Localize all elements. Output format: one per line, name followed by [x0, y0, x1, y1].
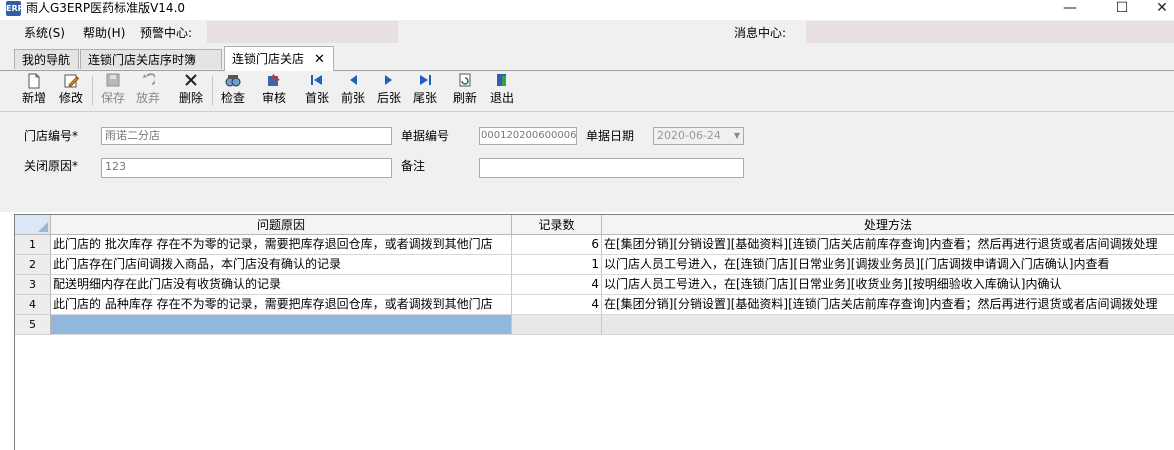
method-cell[interactable]: 在[集团分销][分销设置][基础资料][连锁门店关店前库存查询]内查看；然后再进…: [602, 235, 1174, 255]
row-number[interactable]: 1: [15, 235, 51, 255]
first-record-icon: [302, 73, 332, 90]
close-window-button[interactable]: ✕: [1150, 0, 1174, 18]
first-label: 首张: [304, 91, 329, 105]
method-cell[interactable]: 以门店人员工号进入，在[连锁门店][日常业务][收货业务][按明细验收入库确认]…: [602, 275, 1174, 295]
prev-label: 前张: [340, 91, 365, 105]
undo-icon: [133, 73, 163, 90]
exit-button[interactable]: 退出: [487, 73, 517, 109]
reason-cell[interactable]: 配送明细内存在此门店没有收货确认的记录: [51, 275, 512, 295]
prev-record-icon: [338, 73, 368, 90]
remark-label: 备注: [401, 159, 426, 173]
reason-cell[interactable]: 此门店存在门店间调拨入商品，本门店没有确认的记录: [51, 255, 512, 275]
header-method[interactable]: 处理方法: [602, 215, 1174, 235]
close-reason-label: 关闭原因*: [24, 159, 79, 173]
last-label: 尾张: [412, 91, 437, 105]
next-button[interactable]: 后张: [374, 73, 404, 109]
edit-button[interactable]: 修改: [56, 73, 86, 109]
delete-button[interactable]: 删除: [176, 73, 206, 109]
bill-date-picker[interactable]: 2020-06-24 ▼: [653, 127, 744, 145]
new-document-icon: [19, 73, 49, 90]
remark-field[interactable]: [479, 158, 744, 178]
tab-label: 连锁门店关店: [232, 52, 305, 66]
row-number[interactable]: 3: [15, 275, 51, 295]
delete-x-icon: [176, 73, 206, 90]
count-cell[interactable]: 4: [512, 275, 602, 295]
last-button[interactable]: 尾张: [410, 73, 440, 109]
method-cell[interactable]: 以门店人员工号进入，在[连锁门店][日常业务][调拨业务员][门店调拨申请调入门…: [602, 255, 1174, 275]
new-button[interactable]: 新增: [19, 73, 49, 109]
next-record-icon: [374, 73, 404, 90]
first-button[interactable]: 首张: [302, 73, 332, 109]
problem-grid: 问题原因 记录数 处理方法 1 此门店的 批次库存 存在不为零的记录，需要把库存…: [14, 214, 1174, 450]
toolbar-separator: [92, 76, 93, 106]
row-number[interactable]: 2: [15, 255, 51, 275]
toolbar-separator: [212, 76, 213, 106]
store-code-field[interactable]: 雨诺二分店: [101, 127, 392, 145]
warning-center-label[interactable]: 预警中心:: [140, 25, 192, 41]
close-reason-field[interactable]: 123: [101, 158, 392, 178]
header-reason[interactable]: 问题原因: [51, 215, 512, 235]
menu-help[interactable]: 帮助(H): [83, 25, 125, 41]
count-cell[interactable]: 1: [512, 255, 602, 275]
prev-button[interactable]: 前张: [338, 73, 368, 109]
bill-date-value: 2020-06-24: [657, 129, 721, 142]
bill-no-field[interactable]: 000120200600006: [479, 127, 577, 145]
save-button[interactable]: 保存: [98, 73, 128, 109]
header-count[interactable]: 记录数: [512, 215, 602, 235]
reason-cell-selected[interactable]: [51, 315, 512, 335]
refresh-button[interactable]: 刷新: [450, 73, 480, 109]
discard-button[interactable]: 放弃: [133, 73, 163, 109]
tab-label: 我的导航: [22, 53, 71, 67]
tab-label: 连锁门店关店序时簿: [88, 53, 197, 67]
store-code-label: 门店编号*: [24, 129, 79, 143]
exit-label: 退出: [489, 91, 514, 105]
minimize-button[interactable]: —: [1050, 0, 1090, 18]
save-disk-icon: [98, 73, 128, 90]
message-center-box[interactable]: [806, 21, 1174, 43]
tab-my-navigation[interactable]: 我的导航: [14, 49, 79, 69]
maximize-button[interactable]: ☐: [1102, 0, 1142, 18]
method-cell[interactable]: 在[集团分销][分销设置][基础资料][连锁门店关店前库存查询]内查看；然后再进…: [602, 295, 1174, 315]
tab-store-close[interactable]: 连锁门店关店 ✕: [224, 46, 334, 71]
audit-stamp-icon: [259, 73, 289, 90]
bill-date-label: 单据日期: [586, 129, 635, 143]
chevron-down-icon[interactable]: ▼: [734, 128, 740, 144]
edit-label: 修改: [58, 91, 83, 105]
reason-cell[interactable]: 此门店的 批次库存 存在不为零的记录，需要把库存退回仓库，或者调拨到其他门店: [51, 235, 512, 255]
count-cell[interactable]: [512, 315, 602, 335]
check-binoculars-icon: [218, 73, 248, 90]
grid-select-all-corner[interactable]: [15, 215, 51, 235]
audit-button[interactable]: 审核: [259, 73, 289, 109]
message-center-label[interactable]: 消息中心:: [734, 25, 786, 41]
menu-system[interactable]: 系统(S): [24, 25, 65, 41]
window-title: 雨人G3ERP医药标准版V14.0: [26, 1, 186, 15]
row-number[interactable]: 5: [15, 315, 51, 335]
last-record-icon: [410, 73, 440, 90]
refresh-label: 刷新: [452, 91, 477, 105]
refresh-icon: [450, 73, 480, 90]
discard-label: 放弃: [135, 91, 160, 105]
app-logo-icon: ERP: [6, 1, 24, 16]
close-tab-icon[interactable]: ✕: [314, 52, 325, 67]
warning-center-box[interactable]: [207, 21, 398, 43]
check-label: 检查: [220, 91, 245, 105]
save-label: 保存: [100, 91, 125, 105]
row-number[interactable]: 4: [15, 295, 51, 315]
bill-no-label: 单据编号: [401, 129, 450, 143]
reason-cell[interactable]: 此门店的 品种库存 存在不为零的记录，需要把库存退回仓库，或者调拨到其他门店: [51, 295, 512, 315]
check-button[interactable]: 检查: [218, 73, 248, 109]
exit-door-icon: [487, 73, 517, 90]
tab-store-close-list[interactable]: 连锁门店关店序时簿: [80, 49, 222, 69]
audit-label: 审核: [261, 91, 286, 105]
next-label: 后张: [376, 91, 401, 105]
delete-label: 删除: [178, 91, 203, 105]
edit-pencil-icon: [56, 73, 86, 90]
new-label: 新增: [21, 91, 46, 105]
count-cell[interactable]: 6: [512, 235, 602, 255]
count-cell[interactable]: 4: [512, 295, 602, 315]
method-cell[interactable]: [602, 315, 1174, 335]
